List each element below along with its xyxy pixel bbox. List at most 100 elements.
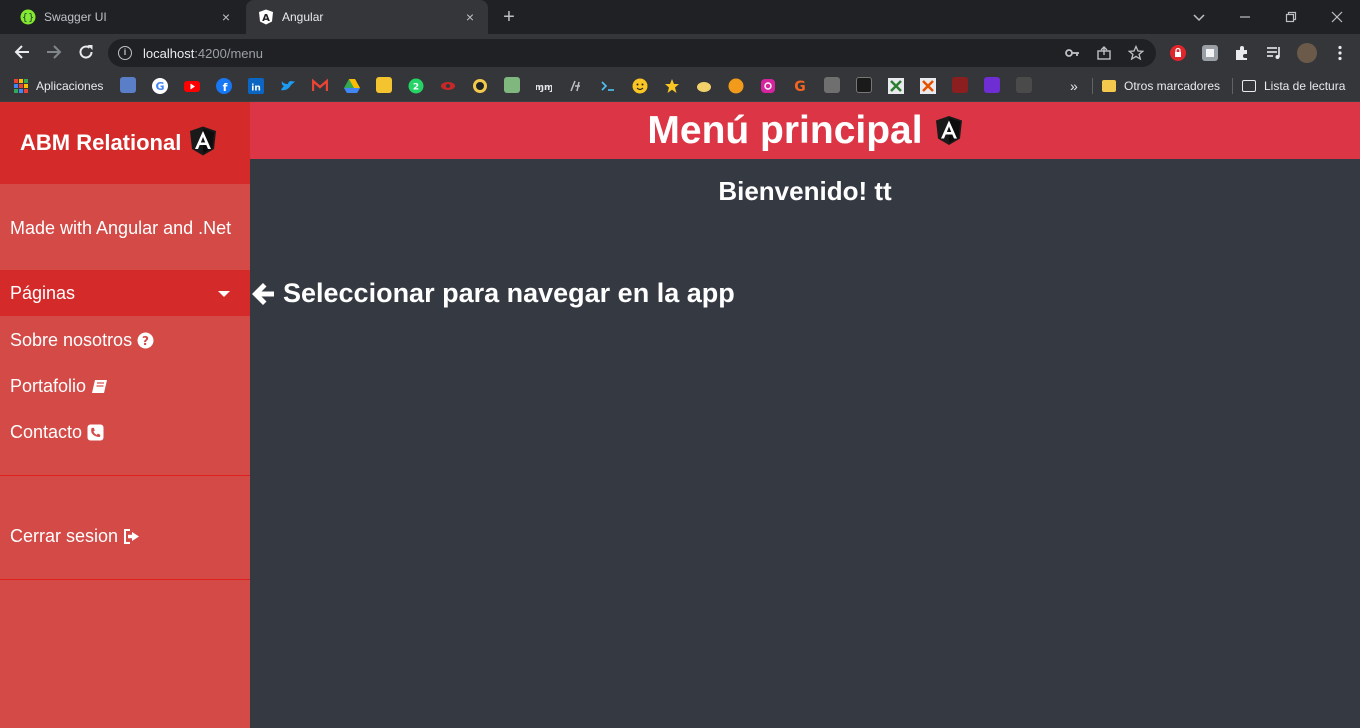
welcome-message: Bienvenido! tt	[718, 176, 892, 206]
bookmark-linkedin-icon[interactable]: in	[248, 77, 264, 95]
extension-lock-icon[interactable]	[1169, 44, 1187, 62]
more-menu-icon[interactable]	[1331, 44, 1349, 62]
paginas-label: Páginas	[10, 283, 76, 303]
bookmark-gray-icon[interactable]	[1016, 77, 1032, 93]
svg-text:{}: {}	[22, 13, 35, 24]
page-header: Menú principal	[250, 102, 1360, 159]
tab-title: Angular	[282, 10, 324, 24]
bookmark-roblox-icon[interactable]	[824, 77, 840, 93]
new-tab-button[interactable]: +	[498, 6, 520, 28]
bookmark-apps[interactable]: Aplicaciones	[14, 77, 103, 95]
profile-avatar[interactable]	[1297, 43, 1317, 63]
bookmarks-overflow-button[interactable]: »	[1070, 77, 1078, 95]
bookmark-globe-icon[interactable]	[472, 77, 488, 95]
nav-link-label: Portafolio	[10, 376, 87, 396]
svg-text:f: f	[223, 81, 228, 94]
bookmark-green-icon[interactable]	[504, 77, 520, 93]
address-bar[interactable]: i localhost:4200/menu	[108, 39, 1156, 67]
bookmark-store-icon[interactable]	[120, 77, 136, 93]
forward-icon[interactable]	[43, 41, 65, 63]
svg-text:G: G	[155, 80, 164, 93]
bookmark-g2-icon[interactable]: G	[792, 77, 808, 95]
logout-button[interactable]: Cerrar sesion	[10, 526, 140, 547]
sidebar-divider	[0, 475, 250, 476]
bookmark-x-orange-icon[interactable]	[920, 77, 936, 95]
tab-search-icon[interactable]	[1176, 0, 1222, 34]
back-icon[interactable]	[11, 41, 33, 63]
bookmark-purple-icon[interactable]	[984, 77, 1000, 93]
bookmark-red-eye-icon[interactable]	[440, 77, 456, 95]
bookmark-dark-icon[interactable]	[856, 77, 872, 93]
caret-down-icon	[218, 291, 230, 297]
nav-link-label: Contacto	[10, 422, 83, 442]
tab-title: Swagger UI	[44, 10, 107, 24]
question-circle-icon: ?	[137, 332, 154, 349]
svg-text:A: A	[262, 13, 270, 24]
bookmark-google-icon[interactable]: G	[152, 77, 168, 95]
paginas-dropdown-toggle[interactable]: Páginas	[0, 270, 250, 316]
nav-link-contacto[interactable]: Contacto	[10, 422, 104, 443]
url-text[interactable]: localhost:4200/menu	[143, 46, 263, 61]
tab-swagger[interactable]: {} Swagger UI ×	[8, 0, 244, 34]
bookmarks-separator	[1232, 78, 1233, 94]
reading-list-icon	[1242, 80, 1256, 92]
info-icon[interactable]: i	[118, 46, 132, 60]
reading-list-button[interactable]: Lista de lectura	[1242, 77, 1345, 95]
angular-logo-icon	[935, 115, 963, 146]
url-host: localhost	[143, 46, 195, 61]
phone-square-icon	[87, 424, 104, 441]
close-tab-icon[interactable]: ×	[462, 9, 478, 25]
bookmark-photos-icon[interactable]	[376, 77, 392, 93]
tab-strip: {} Swagger UI × A Angular × +	[0, 0, 1360, 34]
brand[interactable]: ABM Relational	[0, 102, 250, 184]
page-title: Menú principal	[647, 108, 923, 152]
angular-icon: A	[258, 9, 274, 25]
extensions-puzzle-icon[interactable]	[1233, 44, 1251, 62]
nav-link-portafolio[interactable]: Portafolio	[10, 376, 108, 397]
bookmark-sun-icon[interactable]	[696, 77, 712, 95]
close-tab-icon[interactable]: ×	[218, 9, 234, 25]
tab-angular[interactable]: A Angular ×	[246, 0, 488, 34]
bookmark-orange-icon[interactable]	[728, 77, 744, 95]
bookmark-terminal-icon[interactable]	[600, 77, 616, 95]
bookmark-youtube-icon[interactable]	[184, 77, 200, 95]
browser-toolbar: i localhost:4200/menu	[0, 34, 1360, 70]
close-window-icon[interactable]	[1314, 0, 1360, 34]
bookmark-maroon-icon[interactable]	[952, 77, 968, 93]
minimize-icon[interactable]	[1222, 0, 1268, 34]
bookmark-script-icon[interactable]	[568, 77, 584, 95]
navigation-hint-text: Seleccionar para navegar en la app	[283, 278, 735, 308]
svg-text:G: G	[794, 79, 806, 94]
bookmark-emoji-icon[interactable]	[632, 77, 648, 95]
nav-link-sobre-nosotros[interactable]: Sobre nosotros ?	[10, 330, 154, 351]
bookmark-gmail-icon[interactable]	[312, 77, 328, 95]
apps-grid-icon	[14, 79, 28, 93]
angular-logo-icon	[189, 126, 217, 161]
bookmarks-bar: Aplicaciones G f in 2 ɱɱ G » Otros marca…	[0, 70, 1360, 102]
sidebar: ABM Relational Made with Angular and .Ne…	[0, 102, 250, 728]
share-icon[interactable]	[1096, 45, 1112, 61]
bookmark-drive-icon[interactable]	[344, 77, 360, 95]
extension-gray-icon[interactable]	[1201, 44, 1219, 62]
bookmark-twitter-icon[interactable]	[280, 77, 296, 95]
media-queue-icon[interactable]	[1265, 44, 1283, 62]
bookmark-star-icon[interactable]	[1127, 44, 1145, 61]
nav-link-label: Sobre nosotros	[10, 330, 133, 350]
svg-text:ɱɱ: ɱɱ	[536, 83, 552, 93]
bookmark-facebook-icon[interactable]: f	[216, 77, 232, 95]
bookmark-mm-icon[interactable]: ɱɱ	[536, 77, 552, 95]
key-icon[interactable]	[1064, 45, 1080, 61]
swagger-icon: {}	[20, 9, 36, 25]
svg-text:?: ?	[142, 334, 149, 348]
bookmark-whatsapp-icon[interactable]: 2	[408, 77, 424, 95]
bookmark-x-green-icon[interactable]	[888, 77, 904, 95]
bookmark-other-folder[interactable]: Otros marcadores	[1102, 77, 1220, 95]
folder-icon	[1102, 80, 1116, 92]
reload-icon[interactable]	[75, 41, 97, 63]
bookmark-other-label: Otros marcadores	[1124, 79, 1221, 93]
bookmark-star-icon[interactable]	[664, 77, 680, 95]
bookmark-instagram-icon[interactable]	[760, 77, 776, 95]
restore-icon[interactable]	[1268, 0, 1314, 34]
sign-out-icon	[123, 529, 140, 544]
logout-label: Cerrar sesion	[10, 526, 119, 546]
